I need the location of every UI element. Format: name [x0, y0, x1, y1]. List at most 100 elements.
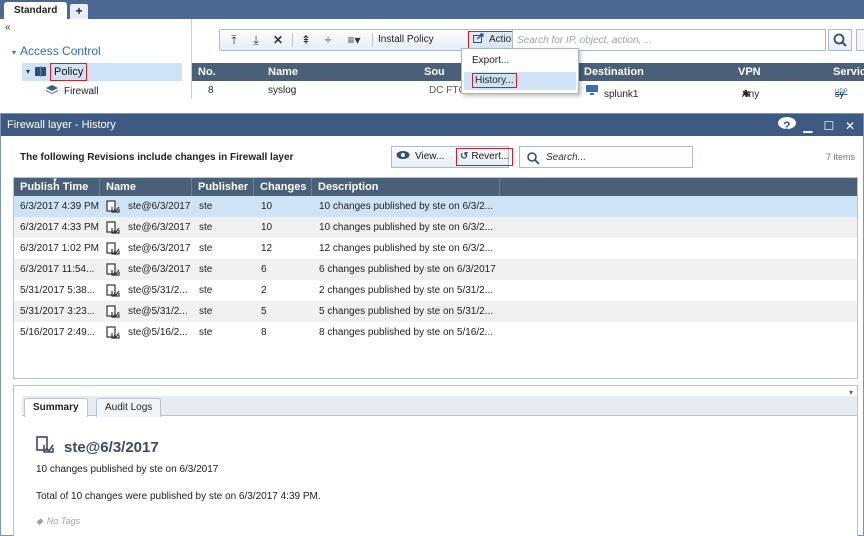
history-cell-name: ste@6/3/2017	[128, 243, 191, 254]
revision-icon	[106, 305, 120, 318]
column-destination[interactable]: Destination	[584, 66, 644, 78]
share-icon	[473, 33, 484, 43]
revision-icon	[106, 284, 120, 297]
undo-icon: ↺	[460, 151, 469, 162]
column-no[interactable]: No.	[198, 66, 216, 78]
delete-rule-icon[interactable]: ✕	[270, 32, 286, 48]
column-publisher[interactable]: Publisher	[192, 178, 254, 196]
details-tab-strip: Summary Audit Logs	[22, 396, 857, 417]
history-row[interactable]: 6/3/2017 1:02 PM ste@6/3/2017 ste 12 12 chan…	[14, 238, 857, 259]
collapse-panel-icon[interactable]: «	[5, 22, 11, 33]
history-cell-publisher: ste	[199, 222, 213, 233]
revision-icon	[106, 200, 120, 213]
history-row[interactable]: 5/31/2017 5:38... ste@5/31/2... ste 2 2 chan…	[14, 280, 857, 301]
history-row[interactable]: 5/31/2017 3:23... ste@5/31/2... ste 5 5 chan…	[14, 301, 857, 322]
tags-label: No Tags	[46, 516, 81, 526]
column-name[interactable]: Name	[100, 178, 192, 196]
history-cell-publisher: ste	[199, 201, 213, 212]
history-row[interactable]: 6/3/2017 11:54... ste@6/3/2017 ste 6 6 chang…	[14, 259, 857, 280]
history-cell-time: 5/31/2017 3:23...	[20, 306, 96, 317]
tab-standard[interactable]: Standard	[4, 2, 68, 19]
rule-destination-label: splunk1	[604, 89, 639, 100]
add-tab-button[interactable]: +	[70, 4, 88, 19]
details-pane: ▾ Summary Audit Logs ste@6/3/2017 10 cha…	[13, 385, 858, 536]
search-icon	[833, 33, 847, 47]
history-cell-publisher: ste	[199, 264, 213, 275]
add-rule-below-icon[interactable]: ⤓	[248, 32, 264, 48]
history-cell-changes: 10	[261, 222, 273, 233]
menu-item-export[interactable]: Export...	[464, 52, 576, 70]
expand-sections-icon[interactable]: ÷	[320, 32, 336, 48]
history-grid-header: ▼ Publish Time Name Publisher Changes De…	[14, 178, 857, 196]
search-icon	[527, 152, 540, 165]
history-cell-changes: 12	[261, 243, 273, 254]
nav-firewall-label: Firewall	[64, 86, 99, 97]
tab-audit-logs[interactable]: Audit Logs	[96, 398, 162, 417]
history-cell-time: 6/3/2017 1:02 PM	[20, 243, 99, 254]
policy-icon	[35, 66, 46, 77]
add-rule-above-icon[interactable]: ⤒	[226, 32, 242, 48]
maximize-icon[interactable]: ☐	[820, 117, 838, 135]
history-row[interactable]: 5/16/2017 2:49... ste@5/16/2... ste 8 8 chan…	[14, 322, 857, 343]
tags-field[interactable]: ◆ No Tags	[36, 516, 80, 527]
column-name[interactable]: Name	[268, 66, 298, 78]
history-cell-changes: 2	[261, 285, 267, 296]
column-publish-time[interactable]: Publish Time	[14, 178, 100, 196]
revision-icon	[106, 326, 120, 339]
history-cell-time: 5/16/2017 2:49...	[20, 327, 96, 338]
column-changes[interactable]: Changes	[254, 178, 312, 196]
collapse-sections-icon[interactable]: ⇞	[298, 32, 314, 48]
dialog-title: Firewall layer - History	[7, 119, 116, 131]
history-dialog: Firewall layer - History ? ▁ ☐ ✕ The fol…	[0, 113, 864, 536]
expand-caret-icon[interactable]: ▾	[12, 48, 16, 57]
more-menu-icon[interactable]: ≡▾	[342, 32, 366, 48]
items-count: 7 items	[825, 152, 855, 162]
nav-access-control[interactable]: ▾ Access Control	[12, 44, 101, 58]
history-cell-name: ste@5/31/2...	[128, 285, 188, 296]
layers-icon	[46, 85, 58, 94]
help-icon[interactable]: ?	[777, 117, 796, 135]
history-cell-changes: 8	[261, 327, 267, 338]
toolbar-separator	[372, 33, 373, 47]
history-search-input[interactable]: Search...	[519, 146, 693, 168]
history-row[interactable]: 6/3/2017 4:33 PM ste@6/3/2017 ste 10 10 chan…	[14, 217, 857, 238]
menu-item-history[interactable]: History...	[464, 72, 576, 90]
search-button[interactable]	[828, 29, 852, 51]
summary-title: ste@6/3/2017	[36, 436, 159, 456]
column-source[interactable]: Sou	[424, 66, 445, 78]
column-vpn[interactable]: VPN	[738, 66, 761, 78]
eye-icon	[396, 151, 410, 159]
revisions-caption: The following Revisions include changes …	[20, 152, 294, 163]
window-controls: ? ▁ ☐ ✕	[777, 116, 859, 135]
menu-item-history-label: History...	[472, 73, 517, 88]
tag-icon: ◆	[36, 516, 43, 526]
nav-access-control-label: Access Control	[20, 44, 101, 58]
left-navigation: « ▾ Access Control ▾ Policy Firewall	[0, 19, 192, 99]
nav-firewall[interactable]: Firewall	[46, 85, 98, 97]
close-icon[interactable]: ✕	[841, 117, 859, 135]
revert-button[interactable]: ↺ Revert...	[456, 148, 514, 166]
history-grid: ▼ Publish Time Name Publisher Changes De…	[13, 177, 858, 379]
view-button[interactable]: View...	[396, 150, 444, 164]
column-description[interactable]: Description	[312, 178, 500, 196]
revision-icon	[106, 263, 120, 276]
revision-icon	[106, 242, 120, 255]
nav-policy[interactable]: ▾ Policy	[22, 63, 182, 81]
summary-description: 10 changes published by ste on 6/3/2017	[36, 464, 219, 475]
history-cell-desc: 12 changes published by ste on 6/3/2...	[319, 243, 494, 254]
history-cell-name: ste@5/31/2...	[128, 306, 188, 317]
tab-summary[interactable]: Summary	[24, 398, 88, 417]
history-row[interactable]: 6/3/2017 4:39 PM ste@6/3/2017 ste 10 10 chan…	[14, 196, 857, 217]
toolbar-overflow-button[interactable]	[856, 29, 864, 51]
column-service[interactable]: Servic	[833, 66, 864, 78]
revert-button-label: Revert...	[471, 151, 510, 162]
history-cell-desc: 6 changes published by ste on 6/3/2017	[319, 264, 496, 275]
history-cell-desc: 8 changes published by ste on 5/16/2...	[319, 327, 494, 338]
history-cell-desc: 5 changes published by ste on 5/31/2...	[319, 306, 494, 317]
rule-destination: splunk1	[586, 85, 638, 100]
install-policy-button[interactable]: Install Policy	[378, 32, 434, 48]
expand-caret-icon[interactable]: ▾	[26, 67, 30, 76]
minimize-icon[interactable]: ▁	[799, 117, 817, 135]
history-cell-changes: 6	[261, 264, 267, 275]
history-cell-desc: 10 changes published by ste on 6/3/2...	[319, 201, 494, 212]
